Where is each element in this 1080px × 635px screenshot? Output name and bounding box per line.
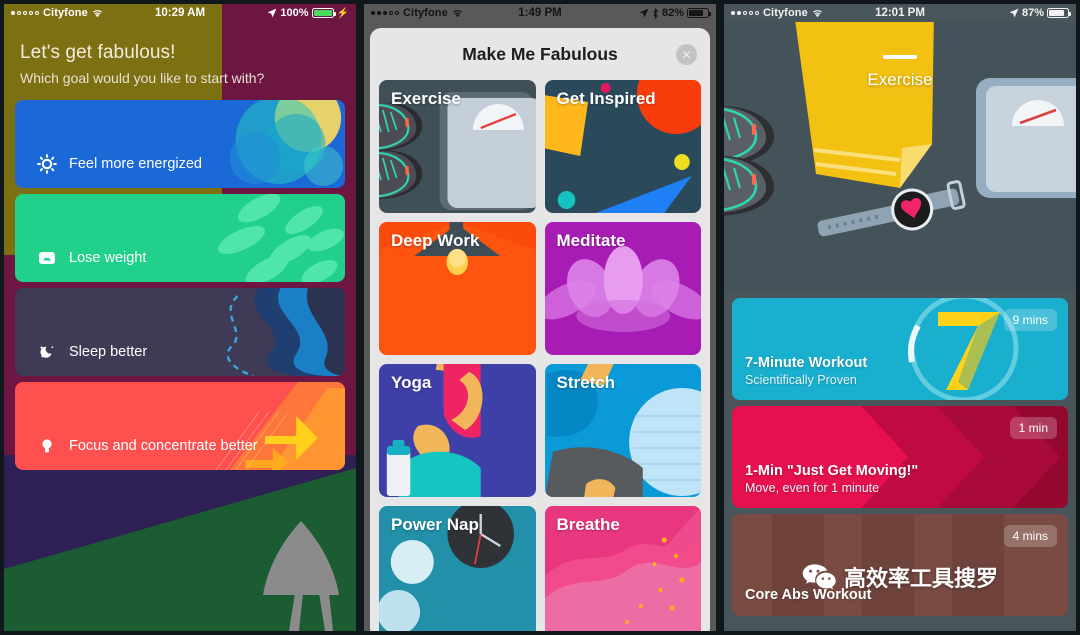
goal-label: Lose weight (69, 250, 147, 266)
activity-tile-stretch[interactable]: Stretch (544, 364, 701, 497)
activity-label: Yoga (391, 373, 432, 392)
duration-badge: 4 mins (1003, 525, 1057, 547)
activity-tile-deep-work[interactable]: Deep Work (379, 222, 536, 355)
goal-card-feel-more-energized[interactable]: Feel more energized (15, 100, 345, 188)
workout-text: 7-Minute Workout Scientifically Proven (745, 355, 867, 387)
activity-label: Power Nap (391, 515, 479, 534)
sun-icon (37, 154, 57, 174)
battery-percent: 100% (280, 7, 309, 19)
scale-icon (39, 252, 55, 264)
carrier-label: Cityfone (43, 7, 88, 19)
workout-subtitle: Move, even for 1 minute (745, 481, 880, 495)
watermark-text: 高效率工具搜罗 (843, 566, 999, 591)
status-bar: Cityfone 12:01 PM 87% (724, 4, 1076, 22)
wifi-icon (92, 9, 102, 17)
goal-card-focus-concentrate[interactable]: Focus and concentrate better (15, 382, 345, 470)
charging-bolt-icon: ⚡ (336, 7, 349, 19)
phone-panel-goal-picker: Cityfone 10:29 AM 100% ⚡ Let's get fabul… (0, 0, 360, 635)
location-arrow-icon (268, 8, 277, 18)
close-icon[interactable]: ✕ (676, 44, 697, 65)
battery-icon (687, 8, 711, 18)
activity-tile-exercise[interactable]: Exercise (379, 80, 536, 213)
goal-card-sleep-better[interactable]: Sleep better (15, 288, 345, 376)
activity-tile-get-inspired[interactable]: Get Inspired (544, 80, 701, 213)
activity-tile-yoga[interactable]: Yoga (379, 364, 536, 497)
phone-panel-activity-picker: Cityfone 1:49 PM 82% Make Me Fabulous ✕ … (360, 0, 720, 635)
location-arrow-icon (639, 8, 649, 18)
activity-tile-grid: Exercise Get Inspired Deep Work Meditate… (370, 80, 710, 631)
activity-label: Breathe (556, 515, 620, 534)
goal-label: Focus and concentrate better (69, 438, 258, 454)
signal-strength-dots (731, 11, 759, 15)
activity-tile-power-nap[interactable]: Power Nap (379, 506, 536, 631)
battery-icon (311, 8, 336, 18)
signal-strength-dots (371, 11, 399, 15)
wechat-watermark: 高效率工具搜罗 (802, 561, 998, 593)
modal-header: Make Me Fabulous ✕ (370, 28, 710, 80)
screen-goal-picker: Cityfone 10:29 AM 100% ⚡ Let's get fabul… (4, 4, 356, 631)
carrier-label: Cityfone (403, 7, 448, 19)
activity-label: Get Inspired (556, 89, 656, 108)
moon-icon (40, 346, 54, 358)
duration-badge: 1 min (1009, 417, 1057, 439)
workout-title: 1-Min "Just Get Moving!" (745, 463, 919, 479)
goal-label: Feel more energized (69, 156, 202, 172)
screen-exercise-list: Exercise Cityfone 12:01 PM 87% 9 mins 7-… (724, 4, 1076, 631)
exercise-hero-illustration: Exercise (724, 22, 1076, 294)
status-bar: Cityfone 10:29 AM 100% ⚡ (4, 4, 356, 22)
screen-activity-picker: Cityfone 1:49 PM 82% Make Me Fabulous ✕ … (364, 4, 716, 631)
tree-illustration (263, 521, 339, 631)
modal-title: Make Me Fabulous (462, 43, 618, 64)
workout-card-7-minute-workout[interactable]: 9 mins 7-Minute Workout Scientifically P… (732, 298, 1068, 400)
workout-title: 7-Minute Workout (745, 355, 868, 371)
workout-card-1-min-just-get-moving[interactable]: 1 min 1-Min "Just Get Moving!" Move, eve… (732, 406, 1068, 508)
activity-label: Deep Work (391, 231, 480, 250)
three-phone-screenshot-row: Cityfone 10:29 AM 100% ⚡ Let's get fabul… (0, 0, 1080, 635)
signal-strength-dots (11, 11, 39, 15)
location-arrow-icon (1009, 8, 1019, 18)
bulb-icon (42, 439, 52, 453)
page-title: Let's get fabulous! (20, 42, 176, 63)
workout-subtitle: Scientifically Proven (745, 373, 857, 387)
battery-percent: 87% (1021, 7, 1044, 19)
wechat-icon (802, 564, 836, 590)
duration-badge: 9 mins (1003, 309, 1057, 331)
wifi-icon (812, 9, 822, 17)
wifi-icon (452, 9, 462, 17)
goal-label: Sleep better (69, 344, 148, 360)
activity-label: Meditate (556, 231, 626, 250)
battery-icon (1047, 8, 1071, 18)
hero-title: Exercise (867, 70, 933, 89)
activity-modal-sheet: Make Me Fabulous ✕ Exercise Get Inspired… (370, 28, 710, 631)
activity-tile-breathe[interactable]: Breathe (544, 506, 701, 631)
phone-panel-exercise-list: Exercise Cityfone 12:01 PM 87% 9 mins 7-… (720, 0, 1080, 635)
activity-label: Stretch (556, 373, 616, 392)
activity-label: Exercise (391, 89, 461, 108)
battery-percent: 82% (661, 7, 684, 19)
page-subtitle: Which goal would you like to start with? (20, 70, 265, 86)
goal-card-lose-weight[interactable]: Lose weight (15, 194, 345, 282)
activity-tile-meditate[interactable]: Meditate (544, 222, 701, 355)
sheet-drag-handle[interactable] (883, 55, 917, 59)
goal-list: Feel more energized Lose weight Sleep be… (4, 100, 356, 470)
bluetooth-icon (653, 7, 658, 19)
workout-text: 1-Min "Just Get Moving!" Move, even for … (745, 463, 918, 495)
status-bar: Cityfone 1:49 PM 82% (364, 4, 716, 22)
carrier-label: Cityfone (763, 7, 808, 19)
